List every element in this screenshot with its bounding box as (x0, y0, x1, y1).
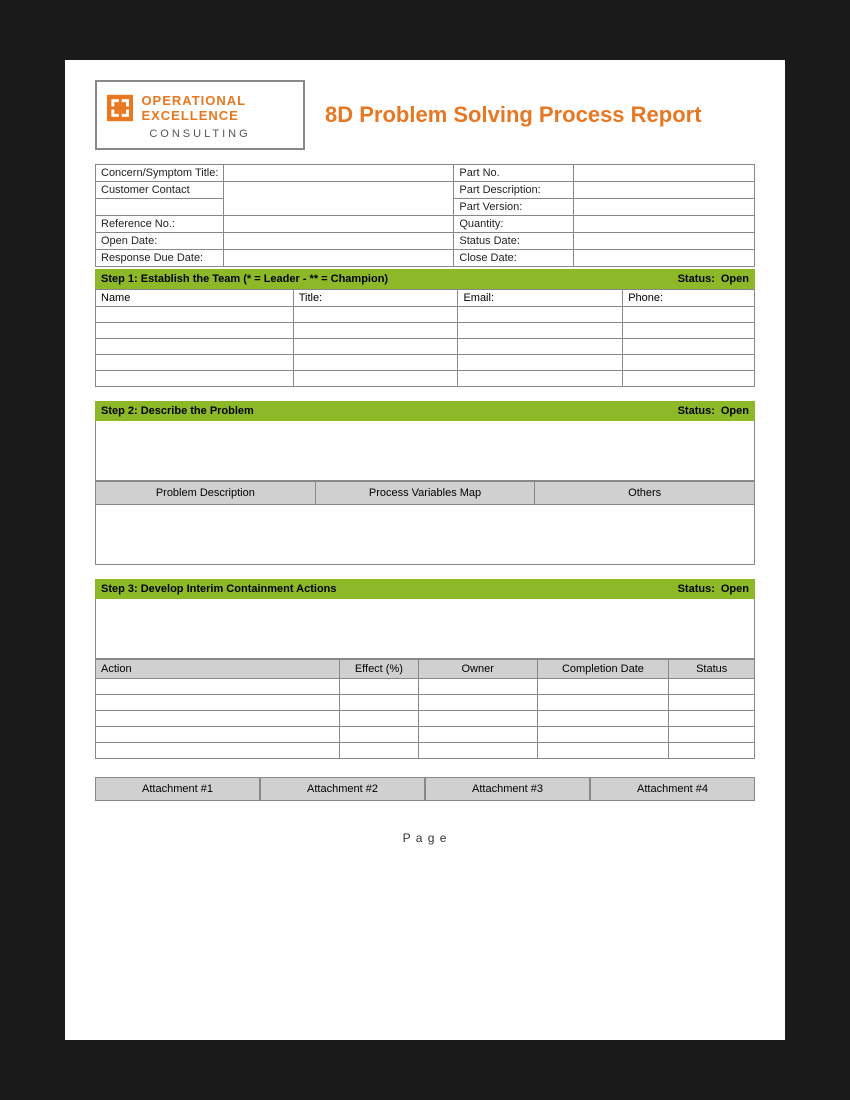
attachments-row: Attachment #1 Attachment #2 Attachment #… (95, 777, 755, 801)
partdesc-label: Part Description: (454, 182, 574, 199)
team-table: Name Title: Email: Phone: (95, 289, 755, 387)
step2-header: Step 2: Describe the Problem Status: Ope… (95, 401, 755, 421)
qty-label: Quantity: (454, 216, 574, 233)
partver-label: Part Version: (454, 199, 574, 216)
page-label: P a g e (403, 831, 448, 845)
table-row (96, 743, 755, 759)
partno-label: Part No. (454, 165, 574, 182)
closedate-value (574, 250, 755, 267)
step3-header: Step 3: Develop Interim Containment Acti… (95, 579, 755, 599)
attachment-1[interactable]: Attachment #1 (95, 777, 260, 801)
step3-status-label: Status: (678, 583, 715, 595)
logo-sub: CONSULTING (149, 128, 250, 140)
step1-status-value: Open (721, 273, 749, 285)
report-title: 8D Problem Solving Process Report (325, 102, 702, 128)
step3-status: Status: Open (678, 583, 749, 595)
table-row (96, 711, 755, 727)
pv-process-vars[interactable]: Process Variables Map (316, 482, 536, 504)
report-page: Operational Excellence CONSULTING 8D Pro… (65, 60, 785, 1040)
table-row (96, 727, 755, 743)
table-row (96, 339, 755, 355)
step3-description-area (95, 599, 755, 659)
pv-problem-desc[interactable]: Problem Description (96, 482, 316, 504)
partdesc-value (574, 182, 755, 199)
step3-status-value: Open (721, 583, 749, 595)
table-row (96, 307, 755, 323)
pv-row: Problem Description Process Variables Ma… (95, 481, 755, 505)
step1-status: Status: Open (678, 273, 749, 285)
step2-status-value: Open (721, 405, 749, 417)
pv-others[interactable]: Others (535, 482, 754, 504)
logo-icon (107, 90, 133, 126)
table-row (96, 695, 755, 711)
step2-lower-area (95, 505, 755, 565)
action-col-completion: Completion Date (537, 660, 669, 679)
closedate-label: Close Date: (454, 250, 574, 267)
team-col-name: Name (96, 290, 294, 307)
step2-title: Step 2: Describe the Problem (101, 405, 254, 417)
action-col-action: Action (96, 660, 340, 679)
attachment-2[interactable]: Attachment #2 (260, 777, 425, 801)
table-row (96, 355, 755, 371)
page-footer: P a g e (95, 831, 755, 845)
opendate-label: Open Date: (96, 233, 224, 250)
step2-status: Status: Open (678, 405, 749, 417)
team-col-title: Title: (293, 290, 458, 307)
statusdate-label: Status Date: (454, 233, 574, 250)
qty-value (574, 216, 755, 233)
action-col-effect: Effect (%) (339, 660, 418, 679)
logo-text: Operational Excellence (141, 93, 293, 123)
table-row (96, 679, 755, 695)
customer-label: Customer Contact (96, 182, 224, 199)
form-fields: Concern/Symptom Title: Part No. Customer… (95, 164, 755, 267)
step3-title: Step 3: Develop Interim Containment Acti… (101, 583, 337, 595)
step1-status-label: Status: (678, 273, 715, 285)
action-col-owner: Owner (418, 660, 537, 679)
responsedue-value (224, 250, 454, 267)
attachment-3[interactable]: Attachment #3 (425, 777, 590, 801)
partno-value (574, 165, 755, 182)
logo-top: Operational Excellence (107, 90, 293, 126)
logo-box: Operational Excellence CONSULTING (95, 80, 305, 150)
opendate-value (224, 233, 454, 250)
concern-value (224, 165, 454, 182)
team-col-phone: Phone: (623, 290, 755, 307)
step1-header: Step 1: Establish the Team (* = Leader -… (95, 269, 755, 289)
customer-label2 (96, 199, 224, 216)
refno-label: Reference No.: (96, 216, 224, 233)
table-row (96, 371, 755, 387)
attachment-4[interactable]: Attachment #4 (590, 777, 755, 801)
step1-title: Step 1: Establish the Team (* = Leader -… (101, 273, 388, 285)
action-table: Action Effect (%) Owner Completion Date … (95, 659, 755, 759)
statusdate-value (574, 233, 755, 250)
step2-description-area (95, 421, 755, 481)
customer-value (224, 182, 454, 216)
header: Operational Excellence CONSULTING 8D Pro… (95, 80, 755, 150)
partver-value (574, 199, 755, 216)
step2-status-label: Status: (678, 405, 715, 417)
refno-value (224, 216, 454, 233)
team-col-email: Email: (458, 290, 623, 307)
responsedue-label: Response Due Date: (96, 250, 224, 267)
table-row (96, 323, 755, 339)
action-col-status: Status (669, 660, 755, 679)
concern-label: Concern/Symptom Title: (96, 165, 224, 182)
